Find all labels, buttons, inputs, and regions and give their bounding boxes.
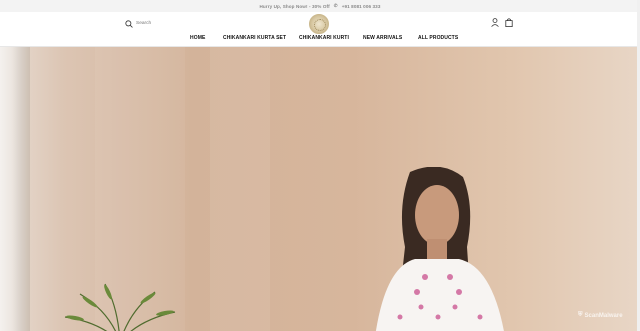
plant-image — [64, 283, 176, 331]
shopping-bag-icon[interactable] — [505, 18, 513, 27]
search-placeholder: Search — [136, 21, 152, 26]
nav-chikankari-kurti[interactable]: CHIKANKARI KURTI — [299, 35, 349, 41]
announcement-promo: Hurry Up, Shop Now! - 30% Off — [259, 3, 330, 9]
watermark-text: ScanMalware — [584, 312, 623, 319]
nav-new-arrivals[interactable]: NEW ARRIVALS — [363, 35, 402, 41]
brand-logo[interactable] — [309, 14, 329, 34]
announcement-phone: +91 8081 006 333 — [341, 3, 381, 9]
search-input[interactable]: Search — [120, 16, 182, 31]
phone-icon: ✆ — [333, 3, 338, 8]
nav-chikankari-kurta-set[interactable]: CHIKANKARI KURTA SET — [223, 35, 286, 41]
user-icon[interactable] — [491, 18, 499, 27]
model-image — [375, 167, 504, 331]
curtain — [0, 47, 30, 331]
shield-icon: ⛨ — [578, 312, 583, 318]
watermark: ⛨ ScanMalware — [578, 312, 623, 319]
nav-home[interactable]: HOME — [190, 35, 205, 41]
light-streak — [210, 47, 270, 331]
search-icon — [125, 19, 133, 28]
nav-all-products[interactable]: ALL PRODUCTS — [418, 35, 458, 41]
announcement-bar: Hurry Up, Shop Now! - 30% Off ✆ +91 8081… — [0, 0, 640, 12]
hero-banner[interactable]: ⛨ ScanMalware — [0, 47, 640, 331]
site-header: Search HOME CHIKANKARI KURTA SET CHIKANK… — [0, 12, 640, 47]
main-nav: HOME CHIKANKARI KURTA SET CHIKANKARI KUR… — [0, 35, 640, 45]
